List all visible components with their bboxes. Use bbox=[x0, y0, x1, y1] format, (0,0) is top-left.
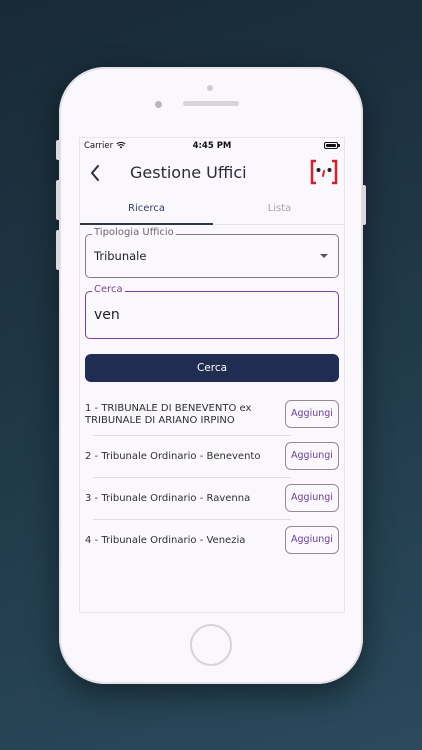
search-input[interactable]: Cerca ven bbox=[85, 284, 339, 339]
tab-bar: Ricerca Lista bbox=[80, 195, 344, 225]
result-text: 2 - Tribunale Ordinario - Benevento bbox=[85, 451, 261, 462]
add-button[interactable]: Aggiungi bbox=[285, 400, 339, 428]
add-button[interactable]: Aggiungi bbox=[285, 442, 339, 470]
dropdown-arrow-icon bbox=[320, 254, 328, 258]
list-item: 2 - Tribunale Ordinario - Benevento Aggi… bbox=[85, 436, 339, 478]
volume-down-button bbox=[56, 230, 60, 270]
app-screen: Carrier 4:45 PM Gestione Uffici Ricerca … bbox=[79, 137, 345, 613]
search-value: ven bbox=[94, 307, 120, 323]
app-logo bbox=[310, 159, 338, 185]
sensor bbox=[207, 85, 213, 91]
front-camera bbox=[155, 101, 162, 108]
office-type-select[interactable]: Tipologia Ufficio Tribunale bbox=[85, 227, 339, 278]
tab-ricerca[interactable]: Ricerca bbox=[80, 195, 213, 225]
earpiece-speaker bbox=[183, 101, 239, 106]
list-item: 1 - TRIBUNALE DI BENEVENTO ex TRIBUNALE … bbox=[85, 394, 339, 436]
results-list: 1 - TRIBUNALE DI BENEVENTO ex TRIBUNALE … bbox=[85, 394, 339, 562]
office-type-value: Tribunale bbox=[94, 249, 147, 263]
page-title: Gestione Uffici bbox=[130, 163, 247, 182]
mute-switch bbox=[56, 140, 60, 160]
app-bar: Gestione Uffici bbox=[80, 155, 344, 195]
add-button[interactable]: Aggiungi bbox=[285, 484, 339, 512]
add-button[interactable]: Aggiungi bbox=[285, 526, 339, 554]
battery-icon bbox=[324, 142, 340, 149]
result-text: 4 - Tribunale Ordinario - Venezia bbox=[85, 535, 246, 546]
tab-lista[interactable]: Lista bbox=[213, 195, 344, 225]
status-bar: Carrier 4:45 PM bbox=[80, 138, 344, 155]
search-label: Cerca bbox=[92, 284, 125, 295]
back-arrow-icon[interactable] bbox=[86, 163, 106, 183]
status-time: 4:45 PM bbox=[192, 141, 232, 151]
power-button bbox=[362, 185, 366, 225]
result-text: 3 - Tribunale Ordinario - Ravenna bbox=[85, 493, 251, 504]
home-button[interactable] bbox=[190, 624, 232, 666]
result-text: 1 - TRIBUNALE DI BENEVENTO ex TRIBUNALE … bbox=[85, 403, 252, 426]
list-item: 3 - Tribunale Ordinario - Ravenna Aggiun… bbox=[85, 478, 339, 520]
search-button[interactable]: Cerca bbox=[85, 354, 339, 382]
office-type-label: Tipologia Ufficio bbox=[92, 227, 176, 238]
list-item: 4 - Tribunale Ordinario - Venezia Aggiun… bbox=[85, 520, 339, 562]
volume-up-button bbox=[56, 180, 60, 220]
